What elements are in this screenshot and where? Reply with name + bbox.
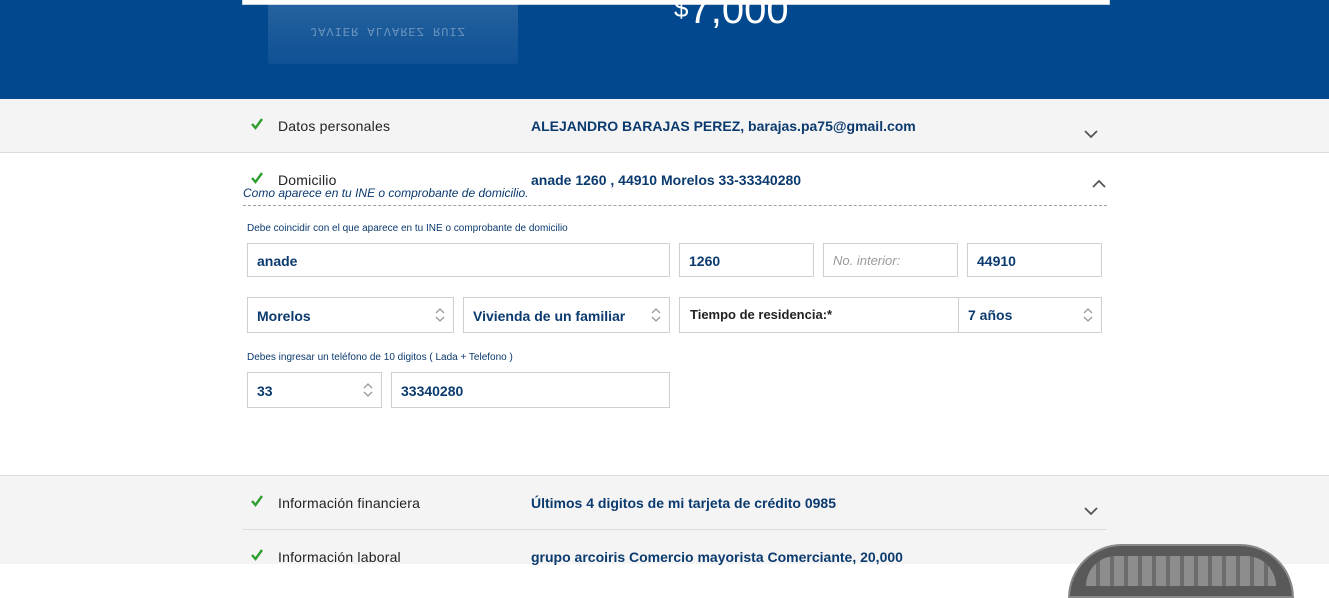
check-icon bbox=[251, 495, 263, 507]
section-title-financial[interactable]: Información financiera bbox=[278, 495, 420, 511]
divider bbox=[243, 529, 1107, 530]
housing-select[interactable]: Vivienda de un familiar bbox=[463, 297, 670, 333]
section-summary-address: anade 1260 , 44910 Morelos 33-33340280 bbox=[531, 172, 802, 188]
street-input[interactable]: anade bbox=[247, 243, 670, 277]
select-arrows-icon[interactable] bbox=[1083, 308, 1093, 322]
gauge-segments bbox=[1086, 556, 1276, 586]
area-code-select[interactable]: 33 bbox=[247, 372, 382, 408]
int-number-input[interactable]: No. interior: bbox=[823, 243, 958, 277]
select-arrows-icon bbox=[363, 383, 373, 397]
residence-label: Tiempo de residencia:* bbox=[690, 307, 833, 322]
section-summary-financial: Últimos 4 digitos de mi tarjeta de crédi… bbox=[531, 495, 836, 511]
street-note: Debe coincidir con el que aparece en tu … bbox=[247, 223, 568, 234]
postal-code-input[interactable]: 44910 bbox=[967, 243, 1102, 277]
score-gauge bbox=[1068, 544, 1294, 598]
select-arrows-icon bbox=[435, 308, 445, 322]
chevron-down-icon[interactable] bbox=[1084, 130, 1098, 139]
state-select[interactable]: Morelos bbox=[247, 297, 454, 333]
residence-time-group: Tiempo de residencia:* 7 años bbox=[679, 297, 1102, 333]
area-code-value: 33 bbox=[257, 383, 273, 399]
phone-note: Debes ingresar un teléfono de 10 digitos… bbox=[247, 352, 513, 363]
amount-value: 7,000 bbox=[688, 0, 789, 32]
address-hint: Como aparece en tu INE o comprobante de … bbox=[243, 186, 529, 200]
check-icon bbox=[251, 172, 263, 184]
ext-number-input[interactable]: 1260 bbox=[679, 243, 814, 277]
check-icon bbox=[251, 549, 263, 561]
state-select-value: Morelos bbox=[257, 308, 311, 324]
phone-input[interactable]: 33340280 bbox=[391, 372, 670, 408]
section-title-work[interactable]: Información laboral bbox=[278, 549, 401, 565]
check-icon bbox=[251, 118, 263, 130]
dashed-divider bbox=[243, 205, 1107, 206]
housing-select-value: Vivienda de un familiar bbox=[473, 308, 626, 324]
section-summary-personal: ALEJANDRO BARAJAS PEREZ, barajas.pa75@gm… bbox=[531, 118, 916, 134]
combo-separator bbox=[958, 298, 959, 332]
chevron-up-icon[interactable] bbox=[1092, 179, 1106, 188]
chevron-down-icon[interactable] bbox=[1084, 507, 1098, 516]
section-summary-work: grupo arcoiris Comercio mayorista Comerc… bbox=[531, 549, 903, 565]
header-banner: JAVIER ALVAREZ RUIZ $7,000 bbox=[0, 0, 1329, 99]
currency-symbol: $ bbox=[674, 0, 689, 23]
section-title-personal[interactable]: Datos personales bbox=[278, 118, 390, 134]
card-watermark: JAVIER ALVAREZ RUIZ bbox=[310, 24, 466, 38]
loan-amount: $7,000 bbox=[674, 0, 789, 30]
residence-select[interactable]: 7 años bbox=[968, 307, 1012, 323]
select-arrows-icon bbox=[651, 308, 661, 322]
